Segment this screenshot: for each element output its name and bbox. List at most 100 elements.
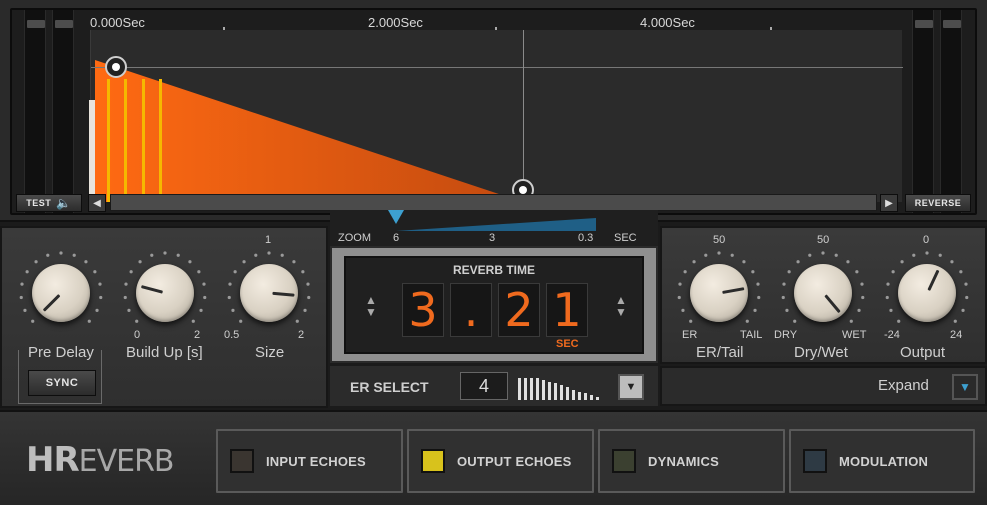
meter-cap (55, 20, 73, 28)
reverb-time-stepper-left[interactable]: ▲ ▼ (364, 294, 378, 318)
dynamics-button[interactable]: DYNAMICS (598, 429, 785, 493)
predelay-handle[interactable] (105, 56, 127, 78)
build-up-max: 2 (194, 329, 201, 341)
input-echoes-label: INPUT ECHOES (266, 453, 366, 469)
knob-scale-dot (900, 260, 904, 264)
hreverb-logo: HREVERB (26, 440, 174, 480)
knob-scale-dot (891, 270, 895, 274)
knob-scale-dot (681, 308, 685, 312)
knob-scale-dot (191, 319, 195, 323)
reverb-time-stepper-right[interactable]: ▲ ▼ (614, 294, 628, 318)
knob-scale-dot (98, 282, 102, 286)
er-select-value[interactable]: 4 (460, 372, 508, 400)
size-top: 1 (265, 234, 272, 246)
output-echoes-button[interactable]: OUTPUT ECHOES (407, 429, 594, 493)
knob-scale-dot (93, 270, 97, 274)
knob-scale-dot (239, 319, 243, 323)
zoom-ramp (396, 218, 596, 231)
input-echoes-button[interactable]: INPUT ECHOES (216, 429, 403, 493)
timeline-scrollbar[interactable] (110, 194, 877, 211)
er-select-dropdown-button[interactable]: ▼ (618, 374, 644, 400)
output-knob-group (882, 248, 972, 338)
knob-scale-dot (19, 295, 23, 300)
dry-wet-knob[interactable] (794, 264, 852, 322)
size-label: Size (255, 344, 285, 361)
size-min: 0.5 (224, 329, 240, 341)
input-meter-right (52, 10, 74, 213)
knob-scale-dot (307, 295, 311, 300)
zoom-bar: ZOOM 6 3 0.3 SEC (330, 210, 658, 246)
early-reflection-line (124, 79, 127, 202)
output-min: -24 (884, 329, 900, 341)
knob-scale-dot (834, 253, 838, 257)
knob-scale-dot (188, 260, 192, 264)
er-pattern-icon (518, 378, 599, 400)
envelope-graph[interactable] (89, 30, 903, 202)
scroll-left-button[interactable]: ◀ (88, 194, 106, 212)
dry-wet-min: DRY (774, 329, 798, 341)
build-up-label: Build Up [s] (126, 344, 203, 361)
knob-scale-dot (692, 260, 696, 264)
knob-scale-dot (860, 282, 864, 286)
knob-scale-dot (135, 319, 139, 323)
expand-button[interactable]: ▼ (952, 374, 978, 400)
test-button[interactable]: TEST 🔈 (16, 194, 82, 212)
meter-cap (915, 20, 933, 28)
er-select-row: ER SELECT 4 ▼ (330, 366, 658, 406)
tick-label-4: 4.000Sec (640, 15, 695, 30)
knob-scale-dot (163, 251, 167, 255)
dry-wet-max: WET (842, 329, 867, 341)
er-tail-min: ER (682, 329, 698, 341)
test-label: TEST (26, 198, 52, 208)
output-echoes-led (421, 449, 445, 473)
knob-scale-dot (202, 282, 206, 286)
modulation-button[interactable]: MODULATION (789, 429, 975, 493)
sync-button[interactable]: SYNC (28, 370, 96, 396)
reverse-button[interactable]: REVERSE (905, 194, 971, 212)
input-echoes-led (230, 449, 254, 473)
knob-scale-dot (242, 260, 246, 264)
arrow-left-icon: ◀ (93, 197, 101, 209)
reverb-time-display[interactable]: REVERB TIME ▲ ▼ 3 . 2 1 SEC ▲ ▼ (344, 256, 644, 354)
knob-scale-dot (796, 260, 800, 264)
right-knob-panel: 50 ER TAIL ER/Tail 50 DRY WET Dry/Wet 0 … (660, 226, 987, 364)
knob-scale-dot (717, 251, 721, 255)
pre-delay-knob[interactable] (32, 264, 90, 322)
size-knob[interactable] (240, 264, 298, 322)
modulation-label: MODULATION (839, 453, 929, 469)
zoom-marker-icon[interactable] (388, 210, 404, 224)
knob-scale-dot (231, 308, 235, 312)
input-meter-left (24, 10, 46, 213)
early-reflection-line (159, 79, 162, 202)
dynamics-label: DYNAMICS (648, 453, 719, 469)
zoom-value-3: 3 (489, 232, 496, 244)
output-knob[interactable] (898, 264, 956, 322)
output-meter-left (912, 10, 934, 213)
envelope-display: 0.000Sec 2.000Sec 4.000Sec TEST 🔈 ◀ ▶ RE… (10, 8, 977, 215)
knob-scale-dot (953, 319, 957, 323)
meter-cap (943, 20, 961, 28)
knob-scale-dot (950, 260, 954, 264)
output-meter-right (940, 10, 962, 213)
scroll-right-button[interactable]: ▶ (880, 194, 898, 212)
knob-scale-dot (846, 260, 850, 264)
er-tail-knob-group (674, 248, 764, 338)
left-knob-panel: Pre Delay SYNC 0 2 Build Up [s] 1 0.5 2 … (0, 226, 328, 408)
chevron-down-icon: ▼ (625, 381, 637, 393)
knob-scale-dot (857, 308, 861, 312)
knob-scale-dot (203, 295, 207, 300)
knob-scale-dot (781, 295, 785, 300)
er-select-label: ER SELECT (350, 379, 429, 395)
speaker-icon: 🔈 (56, 196, 72, 210)
er-tail-knob[interactable] (690, 264, 748, 322)
knob-scale-dot (751, 270, 755, 274)
level-line (91, 67, 903, 68)
knob-scale-dot (31, 319, 35, 323)
knob-scale-dot (756, 282, 760, 286)
knob-scale-dot (912, 253, 916, 257)
build-up-knob[interactable] (136, 264, 194, 322)
sync-label: SYNC (45, 377, 79, 389)
knob-scale-dot (301, 270, 305, 274)
knob-scale-dot (782, 282, 786, 286)
knob-scale-dot (959, 270, 963, 274)
